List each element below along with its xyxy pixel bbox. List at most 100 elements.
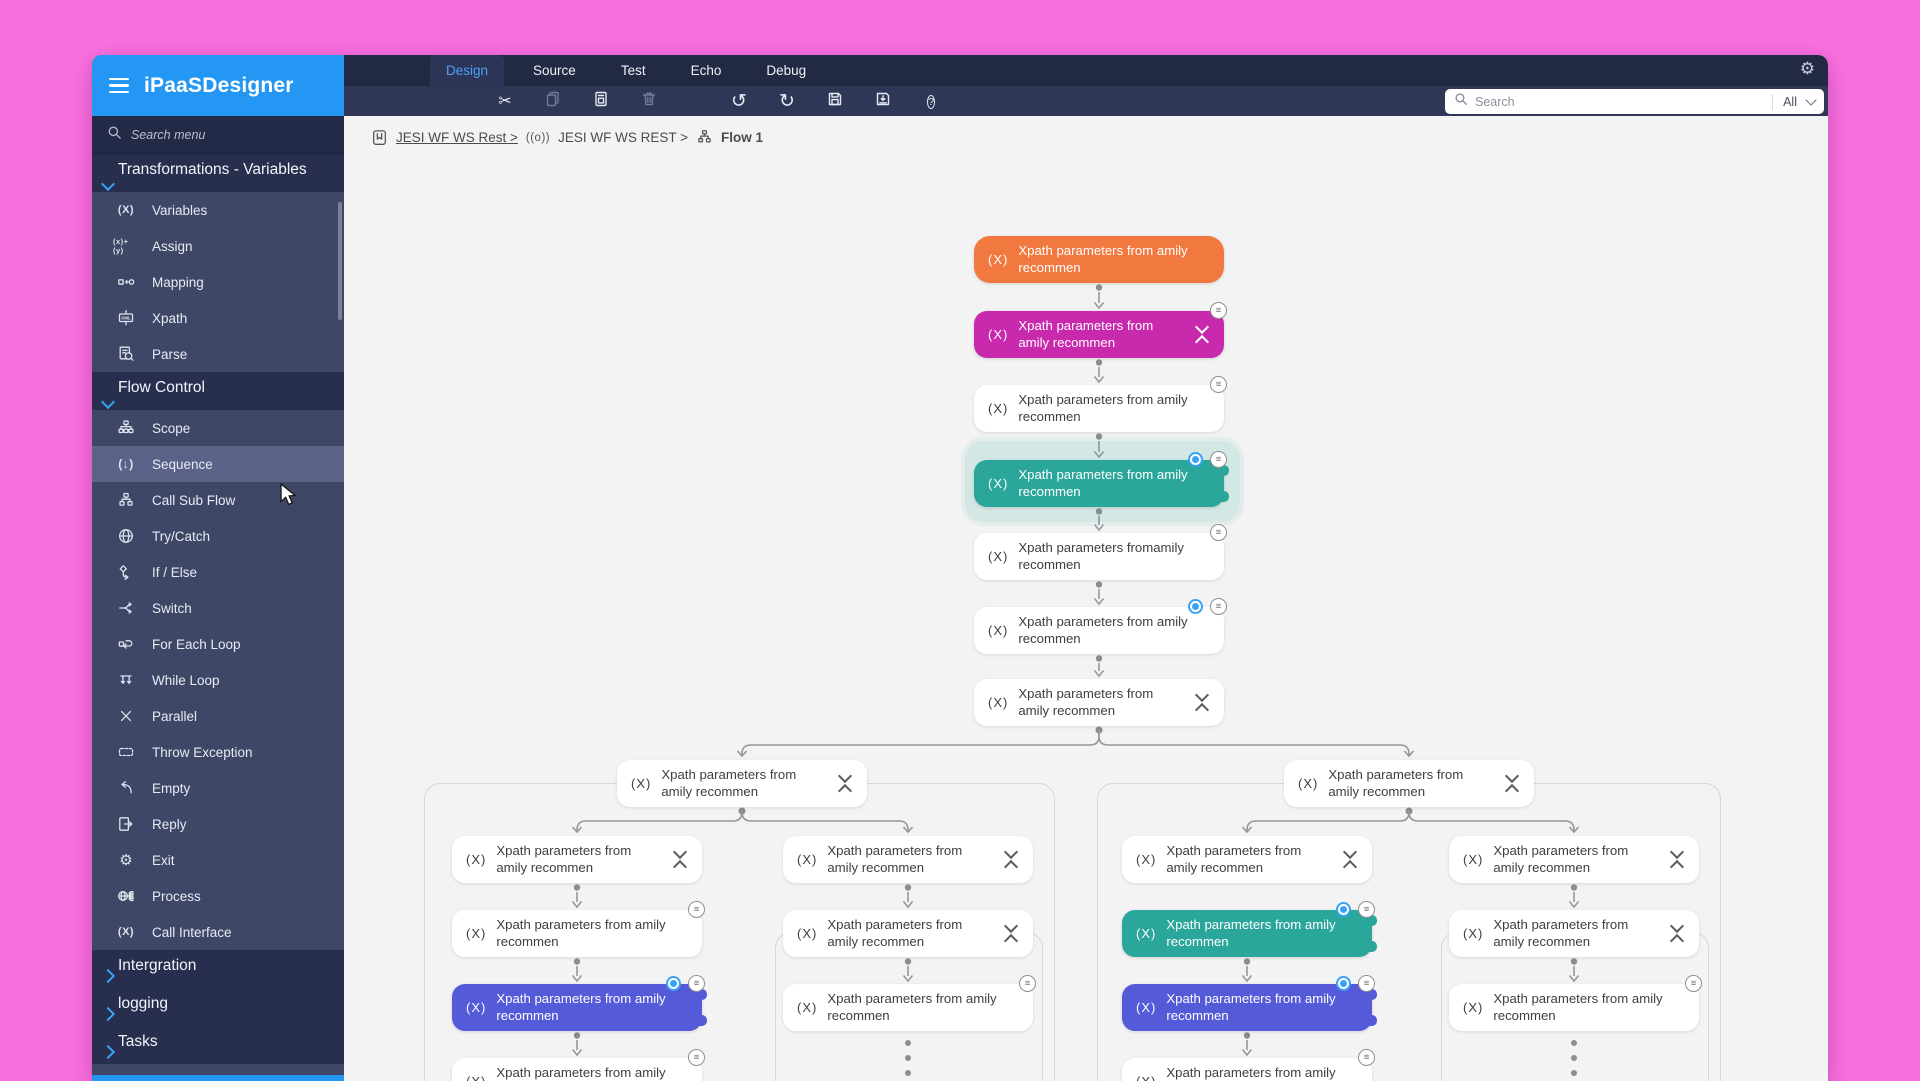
flow-node-branch-1-col-1-2[interactable]: (X) Xpath parameters from amily recommen ≡	[452, 901, 705, 957]
sidebar-item-parse[interactable]: Parse	[92, 336, 344, 372]
sidebar-item-scope[interactable]: Scope	[92, 410, 344, 446]
collapse-toggle[interactable]	[1194, 319, 1214, 350]
flow-node-branch-1-col-1-4[interactable]: (X) Xpath parameters from amily recommen ≡	[452, 1049, 705, 1081]
process-icon	[113, 887, 139, 905]
sidebar-item-switch[interactable]: Switch	[92, 590, 344, 626]
collapse-toggle[interactable]	[1669, 844, 1689, 875]
flow-node-main-4[interactable]: (X) Xpath parameters from amily recommen ≡	[974, 451, 1229, 507]
collapse-toggle[interactable]	[1504, 768, 1524, 799]
chevron-down-icon	[100, 394, 116, 410]
collapse-toggle[interactable]	[1194, 687, 1214, 718]
sidebar-item-call-interface[interactable]: (X) Call Interface	[92, 914, 344, 950]
tab-test[interactable]: Test	[605, 55, 662, 86]
breakpoint-badge[interactable]	[1336, 976, 1351, 991]
note-badge[interactable]: ≡	[1358, 1049, 1375, 1066]
save-button[interactable]	[820, 86, 850, 116]
flow-node-branch-2-col-1-1[interactable]: (X) Xpath parameters from amily recommen	[1122, 836, 1372, 883]
flow-node-branch-2-col-2-1[interactable]: (X) Xpath parameters from amily recommen	[1449, 836, 1699, 883]
note-badge[interactable]: ≡	[1358, 975, 1375, 992]
note-badge[interactable]: ≡	[1210, 524, 1227, 541]
sidebar-item-empty[interactable]: Empty	[92, 770, 344, 806]
sidebar-section-tasks[interactable]: Tasks	[92, 1026, 344, 1064]
tab-echo[interactable]: Echo	[675, 55, 738, 86]
sidebar-item-parallel[interactable]: Parallel	[92, 698, 344, 734]
flow-node-branch-2-parent[interactable]: (X) Xpath parameters from amily recommen	[1284, 760, 1534, 807]
breakpoint-badge[interactable]	[666, 976, 681, 991]
paste-button[interactable]	[586, 86, 616, 116]
save-all-button[interactable]	[868, 86, 898, 116]
collapse-toggle[interactable]	[837, 768, 857, 799]
node-label: Xpath parameters from amily recommen	[496, 1065, 666, 1081]
flow-node-branch-2-col-1-3[interactable]: (X) Xpath parameters from amily recommen ≡	[1122, 975, 1377, 1031]
flow-node-branch-2-col-2-2[interactable]: (X) Xpath parameters from amily recommen	[1449, 910, 1699, 957]
hamburger-menu-icon[interactable]	[109, 77, 129, 94]
note-badge[interactable]: ≡	[1358, 901, 1375, 918]
sidebar-item-assign[interactable]: (x)+(y) Assign	[92, 228, 344, 264]
flow-node-branch-1-col-1-3[interactable]: (X) Xpath parameters from amily recommen ≡	[452, 975, 707, 1031]
collapse-toggle[interactable]	[1003, 918, 1023, 949]
save-all-icon	[874, 90, 892, 113]
flow-node-main-2[interactable]: (X) Xpath parameters from amily recommen ≡	[974, 302, 1227, 358]
sidebar-item-variables[interactable]: (X) Variables	[92, 192, 344, 228]
note-badge[interactable]: ≡	[688, 1049, 705, 1066]
sidebar-item-sequence[interactable]: (↓) Sequence	[92, 446, 344, 482]
tab-debug[interactable]: Debug	[750, 55, 822, 86]
sidebar-item-if-else[interactable]: If / Else	[92, 554, 344, 590]
note-badge[interactable]: ≡	[1685, 975, 1702, 992]
sidebar-item-while-loop[interactable]: While Loop	[92, 662, 344, 698]
sidebar-section-flow-control[interactable]: Flow Control	[92, 372, 344, 410]
global-search[interactable]: Search All	[1445, 89, 1824, 114]
sidebar-item-mapping[interactable]: Mapping	[92, 264, 344, 300]
flow-node-main-1[interactable]: (X) Xpath parameters from amily recommen	[974, 236, 1224, 283]
note-badge[interactable]: ≡	[1210, 302, 1227, 319]
flow-node-branch-1-col-2-1[interactable]: (X) Xpath parameters from amily recommen	[783, 836, 1033, 883]
undo-button[interactable]: ↺	[724, 86, 754, 116]
breadcrumb-item[interactable]: JESI WF WS Rest >	[396, 130, 518, 145]
collapse-toggle[interactable]	[672, 844, 692, 875]
sidebar-item-for-each-loop[interactable]: For Each Loop	[92, 626, 344, 662]
chevron-down-icon[interactable]	[1805, 94, 1817, 106]
flow-node-branch-1-col-2-3[interactable]: (X) Xpath parameters from amily recommen ≡	[783, 975, 1036, 1031]
note-badge[interactable]: ≡	[1210, 598, 1227, 615]
breakpoint-badge[interactable]	[1188, 599, 1203, 614]
flow-node-branch-1-parent[interactable]: (X) Xpath parameters from amily recommen	[617, 760, 867, 807]
sidebar-section-transformations-variables[interactable]: Transformations - Variables	[92, 154, 344, 192]
sidebar-item-try-catch[interactable]: Try/Catch	[92, 518, 344, 554]
flow-node-branch-2-col-1-4[interactable]: (X) Xpath parameters from amily recommen ≡	[1122, 1049, 1375, 1081]
collapse-toggle[interactable]	[1342, 844, 1362, 875]
sidebar-item-xpath[interactable]: XML Xpath	[92, 300, 344, 336]
flow-node-main-3[interactable]: (X) Xpath parameters from amily recommen ≡	[974, 376, 1227, 432]
sidebar-section-intergration[interactable]: Intergration	[92, 950, 344, 988]
flow-node-branch-1-col-1-1[interactable]: (X) Xpath parameters from amily recommen	[452, 836, 702, 883]
note-badge[interactable]: ≡	[1210, 451, 1227, 468]
note-badge[interactable]: ≡	[1019, 975, 1036, 992]
collapse-toggle[interactable]	[1669, 918, 1689, 949]
sidebar-item-reply[interactable]: Reply	[92, 806, 344, 842]
cut-button[interactable]: ✂	[490, 86, 520, 116]
breakpoint-badge[interactable]	[1188, 452, 1203, 467]
breakpoint-badge[interactable]	[1336, 902, 1351, 917]
collapse-toggle[interactable]	[1003, 844, 1023, 875]
flow-node-branch-2-col-1-2[interactable]: (X) Xpath parameters from amily recommen ≡	[1122, 901, 1377, 957]
settings-gear-icon[interactable]: ⚙	[1800, 59, 1815, 79]
sidebar-item-throw-exception[interactable]: Throw Exception	[92, 734, 344, 770]
sidebar-section-logging[interactable]: logging	[92, 988, 344, 1026]
flow-node-branch-1-col-2-2[interactable]: (X) Xpath parameters from amily recommen	[783, 910, 1033, 957]
note-badge[interactable]: ≡	[1210, 376, 1227, 393]
tab-source[interactable]: Source	[517, 55, 592, 86]
note-badge[interactable]: ≡	[688, 901, 705, 918]
flow-node-main-6[interactable]: (X) Xpath parameters from amily recommen ≡	[974, 598, 1227, 654]
flow-node-main-5[interactable]: (X) Xpath parameters fromamily recommen ≡	[974, 524, 1227, 580]
note-badge[interactable]: ≡	[688, 975, 705, 992]
help-button[interactable]: ?	[916, 86, 946, 116]
sidebar-item-call-sub-flow[interactable]: Call Sub Flow	[92, 482, 344, 518]
redo-button[interactable]: ↻	[772, 86, 802, 116]
flow-node-branch-2-col-2-3[interactable]: (X) Xpath parameters from amily recommen ≡	[1449, 975, 1702, 1031]
sidebar-search[interactable]: Search menu	[92, 116, 344, 154]
flow-canvas[interactable]: JESI WF WS Rest > ((o)) JESI WF WS REST > F…	[344, 116, 1828, 1081]
sidebar-item-exit[interactable]: ⚙ Exit	[92, 842, 344, 878]
sidebar-scrollbar[interactable]	[338, 202, 342, 320]
tab-design[interactable]: Design	[430, 55, 505, 86]
sidebar-item-process[interactable]: Process	[92, 878, 344, 914]
flow-node-main-7[interactable]: (X) Xpath parameters from amily recommen	[974, 679, 1224, 726]
